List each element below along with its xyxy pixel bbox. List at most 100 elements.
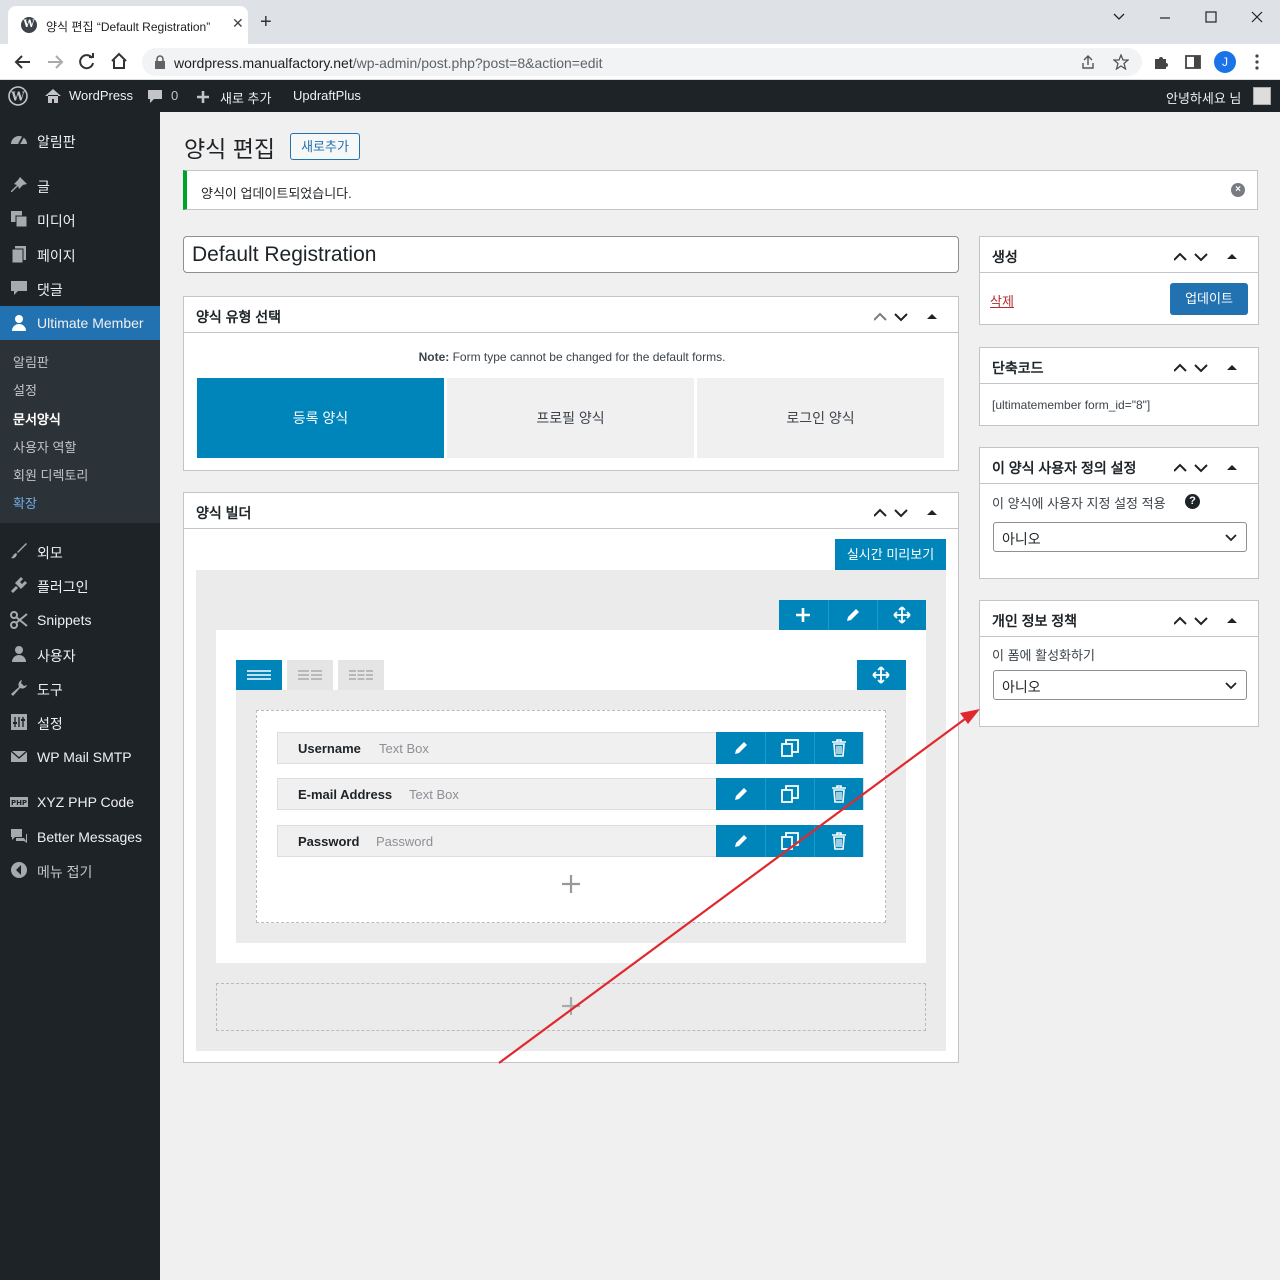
submenu-member-directory[interactable]: 회원 디렉토리 <box>13 465 88 484</box>
more-menu-icon[interactable] <box>1250 53 1264 71</box>
duplicate-icon <box>781 785 799 803</box>
field-row-email[interactable]: E-mail Address Text Box <box>277 778 864 810</box>
one-column-icon <box>247 670 271 680</box>
minimize-icon[interactable] <box>1158 10 1172 24</box>
duplicate-field-button[interactable] <box>765 825 814 857</box>
box-arrows-icon[interactable] <box>1174 359 1250 375</box>
star-icon[interactable] <box>1113 54 1129 70</box>
box-arrows-icon[interactable] <box>1174 459 1250 475</box>
shortcode-text[interactable]: [ultimatemember form_id="8"] <box>992 398 1150 412</box>
one-column-layout-button[interactable] <box>236 660 282 690</box>
sidebar-item-snippets[interactable]: Snippets <box>0 603 160 637</box>
submenu-settings[interactable]: 설정 <box>13 380 37 399</box>
submenu-extensions[interactable]: 확장 <box>13 493 37 512</box>
address-bar[interactable]: wordpress.manualfactory.net/wp-admin/pos… <box>142 48 1142 76</box>
add-row-icon[interactable] <box>562 997 580 1015</box>
pin-icon <box>11 177 27 192</box>
move-row-icon[interactable] <box>893 606 911 624</box>
form-title-input[interactable]: Default Registration <box>183 236 959 273</box>
updraftplus-link[interactable]: UpdraftPlus <box>293 88 361 103</box>
submenu-user-roles[interactable]: 사용자 역할 <box>13 437 76 456</box>
tab-registration-form[interactable]: 등록 양식 <box>197 378 444 458</box>
avatar[interactable] <box>1253 87 1271 105</box>
three-column-layout-button[interactable] <box>338 660 384 690</box>
edit-row-icon[interactable] <box>845 607 861 623</box>
delete-field-button[interactable] <box>814 732 863 764</box>
delete-field-button[interactable] <box>814 825 863 857</box>
site-name-link[interactable]: WordPress <box>69 88 133 103</box>
wp-admin-bar: W WordPress 0 새로 추가 UpdraftPlus 안녕하세요 님 <box>0 80 1280 112</box>
delete-link[interactable]: 삭제 <box>990 291 1014 310</box>
tab-profile-form[interactable]: 프로필 양식 <box>447 378 694 458</box>
sidebar-item-posts[interactable]: 글 <box>0 168 160 202</box>
browser-tab[interactable]: W 양식 편집 “Default Registration” ✕ <box>8 6 248 44</box>
tab-login-form[interactable]: 로그인 양식 <box>697 378 944 458</box>
chevron-down-icon[interactable] <box>1112 10 1126 24</box>
extensions-icon[interactable] <box>1152 53 1170 71</box>
two-column-layout-button[interactable] <box>287 660 333 690</box>
sidebar-item-xyz-php-code[interactable]: PHP XYZ PHP Code <box>0 785 160 819</box>
duplicate-field-button[interactable] <box>765 732 814 764</box>
add-row-icon[interactable] <box>795 607 811 623</box>
update-button[interactable]: 업데이트 <box>1170 283 1248 315</box>
close-window-icon[interactable] <box>1250 10 1264 24</box>
mail-icon <box>10 750 28 762</box>
share-icon[interactable] <box>1080 54 1096 70</box>
privacy-policy-box: 개인 정보 정책 이 폼에 활성화하기 아니오 <box>979 600 1259 727</box>
privacy-policy-select[interactable]: 아니오 <box>993 670 1247 700</box>
duplicate-field-button[interactable] <box>765 778 814 810</box>
greeting-link[interactable]: 안녕하세요 님 <box>1166 88 1241 107</box>
user-icon <box>12 315 26 331</box>
box-arrows-icon[interactable] <box>1174 248 1250 264</box>
field-row-password[interactable]: Password Password <box>277 825 864 857</box>
sidebar-item-better-messages[interactable]: Better Messages <box>0 820 160 854</box>
move-column-button[interactable] <box>857 660 906 690</box>
sidebar-item-media[interactable]: 미디어 <box>0 202 160 236</box>
sidebar-item-settings[interactable]: 설정 <box>0 705 160 739</box>
sidebar-item-comments[interactable]: 댓글 <box>0 271 160 305</box>
box-arrows-icon[interactable] <box>874 308 950 324</box>
sidebar-item-ultimate-member[interactable]: Ultimate Member <box>0 306 160 340</box>
delete-field-button[interactable] <box>814 778 863 810</box>
sidebar-collapse-menu[interactable]: 메뉴 접기 <box>0 853 160 887</box>
tab-title: 양식 편집 “Default Registration” <box>46 20 211 34</box>
profile-avatar[interactable]: J <box>1214 51 1236 73</box>
add-field-icon[interactable] <box>562 875 580 893</box>
sidebar-item-pages[interactable]: 페이지 <box>0 237 160 271</box>
sidebar-item-users[interactable]: 사용자 <box>0 637 160 671</box>
sidebar-item-dashboard[interactable]: 알림판 <box>0 123 160 157</box>
wordpress-logo-icon[interactable]: W <box>8 86 28 106</box>
box-arrows-icon[interactable] <box>874 504 950 520</box>
comment-count[interactable]: 0 <box>171 88 178 103</box>
tab-close-icon[interactable]: ✕ <box>232 15 244 32</box>
edit-field-button[interactable] <box>716 825 765 857</box>
home-icon[interactable] <box>110 52 128 70</box>
forward-icon[interactable] <box>46 53 64 71</box>
edit-field-button[interactable] <box>716 732 765 764</box>
submenu-dashboard[interactable]: 알림판 <box>13 352 49 371</box>
add-new-button[interactable]: 새로추가 <box>290 133 360 160</box>
sidepanel-icon[interactable] <box>1184 53 1202 71</box>
custom-settings-select[interactable]: 아니오 <box>993 522 1247 552</box>
sidebar-item-tools[interactable]: 도구 <box>0 671 160 705</box>
sidebar-item-plugins[interactable]: 플러그인 <box>0 568 160 602</box>
live-preview-button[interactable]: 실시간 미리보기 <box>835 539 946 570</box>
sidebar-item-wp-mail-smtp[interactable]: WP Mail SMTP <box>0 740 160 774</box>
publish-title: 생성 <box>992 249 1018 265</box>
reload-icon[interactable] <box>78 53 96 71</box>
page-title: 양식 편집 <box>184 136 276 162</box>
sidebar-item-appearance[interactable]: 외모 <box>0 534 160 568</box>
edit-field-button[interactable] <box>716 778 765 810</box>
maximize-icon[interactable] <box>1204 10 1218 24</box>
field-type: Text Box <box>409 787 459 802</box>
box-arrows-icon[interactable] <box>1174 612 1250 628</box>
dismiss-notice-icon[interactable]: × <box>1231 183 1245 197</box>
help-icon[interactable]: ? <box>1185 494 1200 509</box>
new-content-link[interactable]: 새로 추가 <box>220 88 271 107</box>
submenu-forms[interactable]: 문서양식 <box>13 409 61 428</box>
back-icon[interactable] <box>14 53 32 71</box>
custom-settings-title: 이 양식 사용자 정의 설정 <box>992 460 1137 476</box>
new-tab-button[interactable]: + <box>260 12 272 32</box>
dashboard-icon <box>11 136 27 145</box>
field-row-username[interactable]: Username Text Box <box>277 732 864 764</box>
